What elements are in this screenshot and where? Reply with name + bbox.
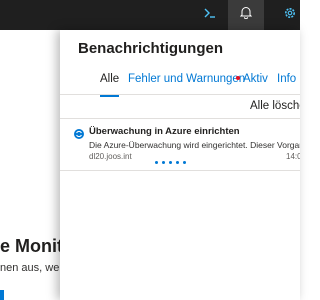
panel-title: Benachrichtigungen [78, 40, 224, 57]
gear-icon [283, 6, 297, 25]
bell-icon [239, 6, 253, 24]
notification-title: Überwachung in Azure einrichten [89, 126, 240, 137]
tab-aktiv[interactable]: Aktiv [236, 73, 268, 93]
tab-fehler-und-warnungen[interactable]: Fehler und Warnungen [128, 73, 245, 93]
tab-label: Info [277, 73, 297, 85]
cloud-shell-button[interactable] [192, 0, 228, 30]
tab-label: Fehler und Warnungen [128, 73, 246, 85]
notification-description: Die Azure-Überwachung wird eingerichtet.… [89, 140, 300, 150]
progress-dot [169, 161, 172, 164]
progress-dot [183, 161, 186, 164]
cloud-shell-icon [203, 6, 217, 24]
progress-dot [155, 161, 158, 164]
top-bar [0, 0, 300, 30]
tab-label: Alle [100, 73, 120, 85]
settings-button[interactable] [272, 0, 308, 30]
tab-info[interactable]: Info [277, 73, 296, 93]
tabs-divider [60, 94, 300, 95]
tab-label: Aktiv [243, 73, 268, 85]
notifications-panel: Benachrichtigungen Alle Fehler und Warnu… [60, 30, 300, 300]
progress-dot [176, 161, 179, 164]
notification-time: 14:06 [286, 152, 300, 161]
clear-all-button[interactable]: Alle lösche [250, 100, 300, 112]
notification-host: dl20.joos.int [89, 152, 132, 161]
item-divider [60, 170, 300, 171]
progress-dot [162, 161, 165, 164]
tab-alle[interactable]: Alle [100, 73, 120, 97]
info-icon [74, 126, 84, 139]
notifications-button[interactable] [228, 0, 264, 30]
list-divider [60, 118, 300, 119]
notification-tabs: Alle Fehler und Warnungen Aktiv Info [60, 66, 300, 97]
background-accent-bar [0, 290, 4, 300]
active-indicator-dot [236, 75, 240, 80]
notification-item[interactable]: Überwachung in Azure einrichten Die Azur… [60, 122, 300, 170]
